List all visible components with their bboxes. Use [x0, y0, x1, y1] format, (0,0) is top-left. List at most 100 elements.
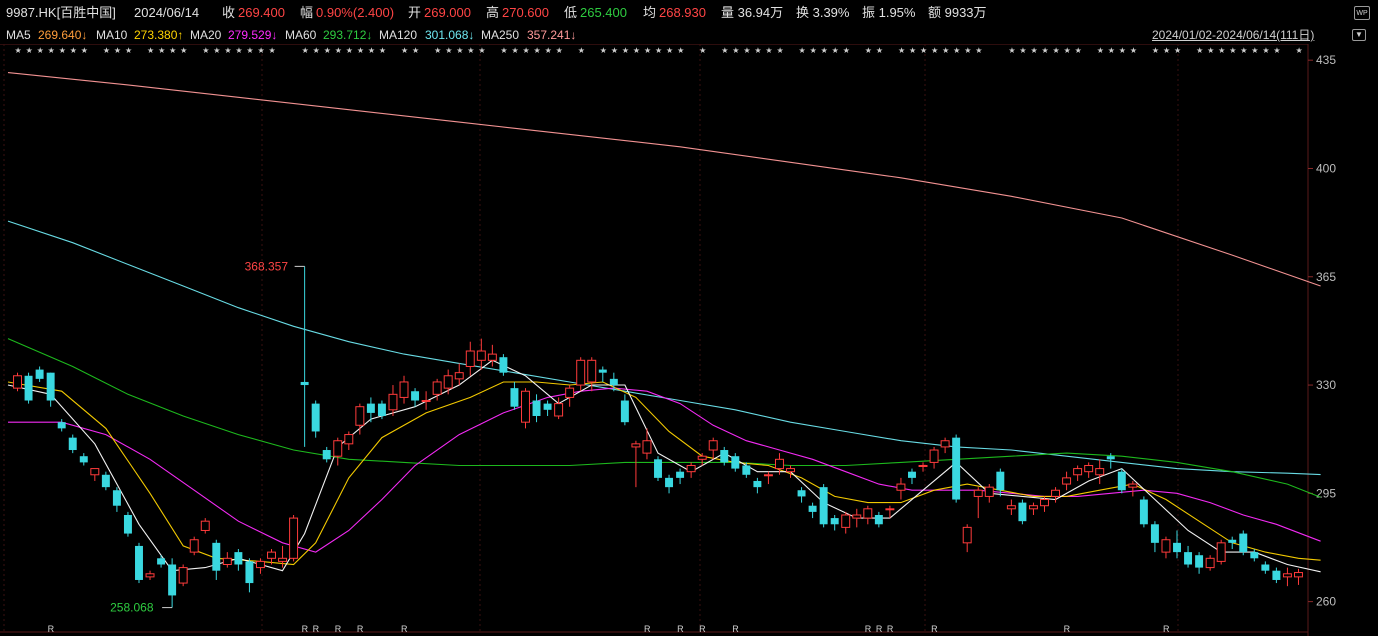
top-marker: ★ [765, 46, 772, 55]
candle-body [289, 517, 299, 559]
candle-body [874, 514, 883, 525]
top-marker: ★ [821, 46, 828, 55]
top-marker: ★ [302, 46, 309, 55]
top-marker: ★ [1218, 46, 1225, 55]
top-marker: ★ [964, 46, 971, 55]
top-marker: ★ [379, 46, 386, 55]
candle-body [731, 456, 740, 469]
candle-body [212, 542, 221, 571]
candle-body [355, 406, 365, 426]
y-tick-label: 400 [1316, 161, 1336, 175]
top-marker: ★ [876, 46, 883, 55]
candle-body [665, 477, 674, 488]
candle-body [708, 440, 718, 451]
bottom-marker: R [313, 624, 320, 634]
top-marker: ★ [1273, 46, 1280, 55]
bottom-marker: R [699, 624, 706, 634]
top-marker: ★ [478, 46, 485, 55]
top-marker: ★ [600, 46, 607, 55]
candle-body [1018, 502, 1027, 522]
candle-body [996, 471, 1005, 491]
candle-body [952, 437, 961, 500]
candle-body [1128, 483, 1138, 488]
top-marker: ★ [235, 46, 242, 55]
top-marker: ★ [246, 46, 253, 55]
top-marker: ★ [633, 46, 640, 55]
max-label: 368.357 [245, 259, 289, 273]
bottom-marker: R [644, 624, 651, 634]
candle-body [1117, 471, 1126, 491]
top-marker: ★ [1262, 46, 1269, 55]
chevron-down-icon[interactable]: ▼ [1352, 29, 1366, 41]
top-marker: ★ [48, 46, 55, 55]
top-marker: ★ [743, 46, 750, 55]
candle-body [852, 514, 862, 519]
top-marker: ★ [37, 46, 44, 55]
ma120-label: MA120 [379, 28, 418, 42]
bottom-marker: R [302, 624, 309, 634]
candle-body [1161, 539, 1171, 553]
top-marker: ★ [103, 46, 110, 55]
candle-body [576, 359, 586, 386]
candle-body [1006, 505, 1016, 510]
candle-body [642, 440, 652, 454]
amount: 额 9933万 [928, 5, 987, 20]
y-tick-label: 365 [1316, 270, 1336, 284]
top-marker: ★ [699, 46, 706, 55]
top-marker: ★ [1008, 46, 1015, 55]
candlestick-chart: 435 400 365 330 295 260 ★ ★ ★ ★ ★ ★ ★ ★ ★ ★ ★ ★ ★ ★ ★ ★ ★ ★ ★ ★ ★ ★… [0, 44, 1336, 636]
candle-body [510, 388, 519, 407]
ma250-line [7, 72, 1321, 287]
candle-body [654, 459, 662, 478]
candle-body [774, 458, 784, 470]
candle-body [1184, 552, 1193, 565]
top-marker: ★ [622, 46, 629, 55]
ma5-value: 269.640↓ [38, 28, 88, 42]
candle-body [819, 487, 828, 525]
candle-body [742, 465, 751, 475]
bottom-marker: R [1163, 624, 1170, 634]
turnover: 换 3.39% [796, 5, 850, 20]
wp-icon[interactable]: WP [1354, 6, 1370, 20]
top-marker: ★ [1130, 46, 1137, 55]
top-marker: ★ [1295, 46, 1302, 55]
top-marker: ★ [368, 46, 375, 55]
date-range-selector[interactable]: 2024/01/02-2024/06/14(111日) [1152, 26, 1314, 44]
ma60-label: MA60 [285, 28, 317, 42]
ma20-label: MA20 [190, 28, 222, 42]
candle-body [432, 381, 442, 395]
quote-date: 2024/06/14 [134, 5, 200, 20]
top-marker: ★ [1097, 46, 1104, 55]
bottom-marker: R [732, 624, 739, 634]
top-marker: ★ [434, 46, 441, 55]
high-label: 高 [486, 5, 500, 20]
top-marker: ★ [732, 46, 739, 55]
bottom-marker: R [876, 624, 883, 634]
ma250-label: MA250 [481, 28, 520, 42]
top-marker: ★ [655, 46, 662, 55]
candle-body [797, 490, 806, 497]
candle-body [896, 483, 906, 491]
candle-body [1173, 542, 1181, 553]
top-marker: ★ [125, 46, 132, 55]
top-marker: ★ [931, 46, 938, 55]
candle-body [46, 372, 55, 401]
candle-body [940, 440, 950, 448]
top-marker: ★ [180, 46, 187, 55]
volume: 量 36.94万 [721, 5, 784, 20]
candle-body [554, 403, 564, 417]
candle-body [521, 390, 530, 423]
ma5-line [7, 359, 1321, 573]
candle-body [157, 558, 166, 565]
candle-body [1139, 499, 1148, 525]
top-marker: ★ [909, 46, 916, 55]
candle-body [1195, 555, 1204, 568]
top-marker: ★ [975, 46, 982, 55]
top-marker: ★ [213, 46, 220, 55]
bottom-marker: R [677, 624, 684, 634]
candle-body [532, 400, 541, 416]
candle-body [841, 514, 851, 528]
ma20-value: 279.529↓ [228, 28, 278, 42]
candle-body [68, 437, 77, 451]
y-tick-label: 260 [1316, 595, 1336, 609]
